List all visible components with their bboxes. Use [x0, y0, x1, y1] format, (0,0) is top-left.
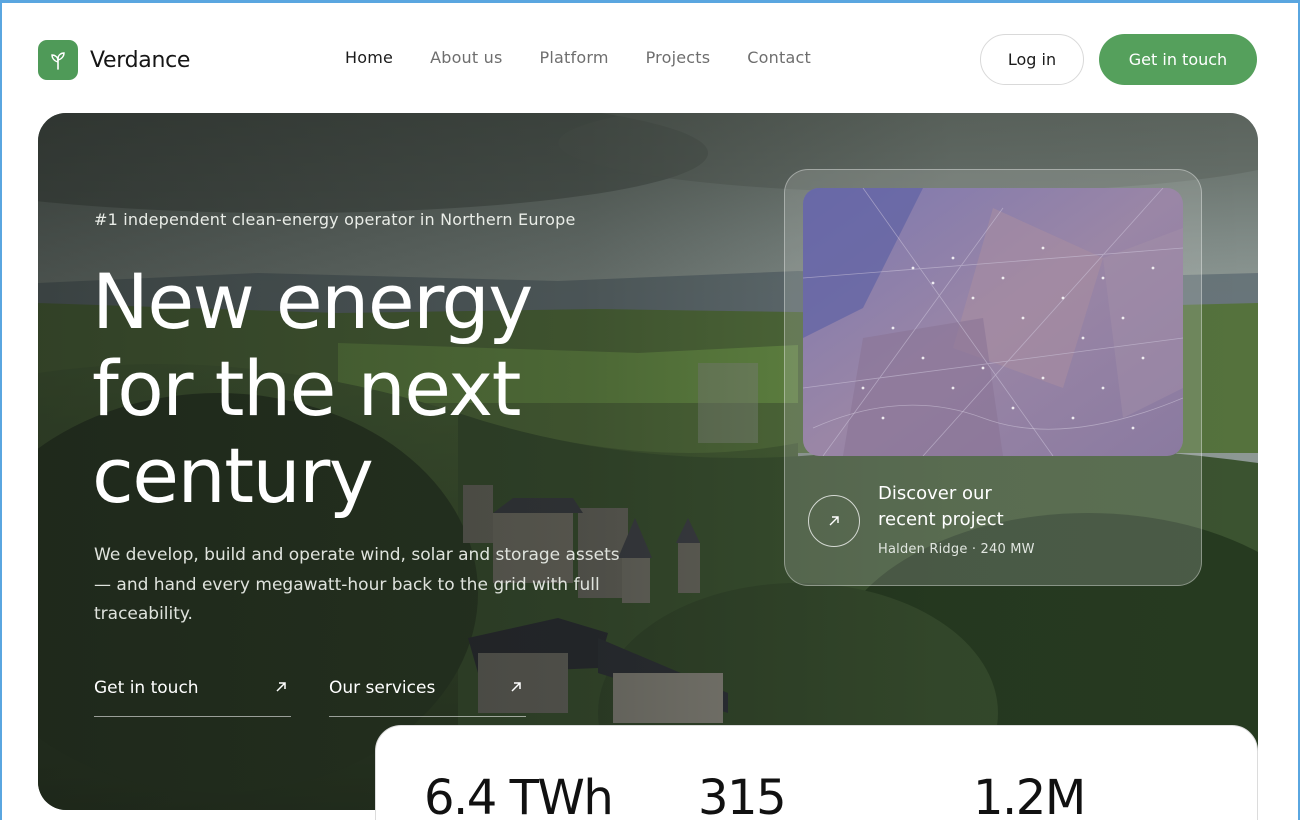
hero-eyebrow: #1 independent clean-energy operator in … [94, 210, 576, 229]
login-button[interactable]: Log in [980, 34, 1084, 85]
project-aerial-image [803, 188, 1183, 456]
nav-projects[interactable]: Projects [646, 48, 711, 67]
cta-label: Get in touch [94, 678, 199, 698]
nav-contact[interactable]: Contact [747, 48, 811, 67]
project-title-line: Discover our [878, 483, 992, 504]
project-title-line: recent project [878, 509, 1004, 530]
brand[interactable]: Verdance [38, 40, 190, 80]
get-in-touch-button[interactable]: Get in touch [1099, 34, 1257, 85]
arrow-up-right-icon [511, 682, 521, 692]
project-meta: Halden Ridge · 240 MW [878, 542, 1035, 557]
project-open-button[interactable] [808, 495, 860, 547]
browser-frame: Verdance Home About us Platform Projects… [0, 0, 1300, 820]
cta-label: Our services [329, 678, 436, 698]
hero-headline: New energy for the next century [92, 258, 652, 519]
stat-value: 315 [698, 770, 787, 820]
hero-get-in-touch-link[interactable]: Get in touch [94, 675, 291, 717]
nav-home[interactable]: Home [345, 48, 393, 67]
recent-project-card[interactable]: Discover our recent project Halden Ridge… [784, 169, 1202, 586]
headline-line: for the next [92, 344, 521, 433]
headline-line: century [92, 431, 374, 520]
nav-platform[interactable]: Platform [540, 48, 609, 67]
hero-our-services-link[interactable]: Our services [329, 675, 526, 717]
nav-about-us[interactable]: About us [430, 48, 502, 67]
hero-section: #1 independent clean-energy operator in … [38, 113, 1258, 810]
headline-line: New energy [92, 257, 533, 346]
project-title: Discover our recent project [878, 481, 1078, 533]
arrow-up-right-icon [276, 682, 286, 692]
sprout-icon [38, 40, 78, 80]
stat-value: 6.4 TWh [424, 770, 614, 820]
hero-description: We develop, build and operate wind, sola… [94, 545, 620, 624]
main-menu: Home About us Platform Projects Contact [345, 48, 811, 67]
arrow-up-right-icon [829, 516, 839, 526]
brand-name: Verdance [90, 47, 191, 73]
stat-value: 1.2M [973, 770, 1086, 820]
top-nav: Verdance Home About us Platform Projects… [2, 3, 1298, 113]
stats-card: 6.4 TWh 315 1.2M [375, 725, 1258, 820]
